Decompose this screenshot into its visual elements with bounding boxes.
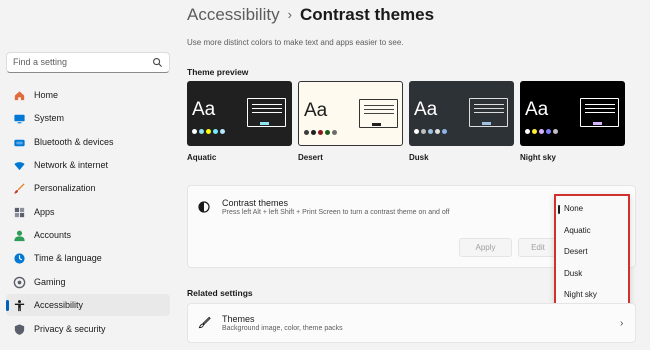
- sidebar-item-label: Personalization: [34, 183, 96, 193]
- brush-icon: [198, 316, 211, 329]
- sidebar-item-bluetooth[interactable]: Bluetooth & devices: [6, 131, 170, 153]
- theme-color-dots: [192, 129, 225, 134]
- shield-icon: [12, 322, 26, 336]
- sidebar-item-network[interactable]: Network & internet: [6, 154, 170, 176]
- theme-sample-text: Aa: [414, 99, 438, 120]
- theme-window-preview: [469, 98, 508, 127]
- theme-card-night-sky: Aa: [520, 81, 625, 146]
- contrast-themes-description: Press left Alt + left Shift + Print Scre…: [222, 209, 450, 216]
- theme-name-night-sky: Night sky: [520, 153, 557, 162]
- dropdown-option-none[interactable]: None: [557, 204, 583, 214]
- home-icon: [12, 88, 26, 102]
- page-title: Contrast themes: [299, 5, 435, 24]
- accessibility-icon: [12, 298, 26, 312]
- theme-card-aquatic: Aa: [187, 81, 292, 146]
- search-placeholder: Find a setting: [13, 57, 68, 67]
- wifi-icon: [12, 158, 26, 172]
- sidebar: Find a setting Home System Bluetooth & d…: [0, 0, 176, 350]
- theme-card-dusk: Aa: [409, 81, 514, 146]
- page-subtitle: Use more distinct colors to make text an…: [187, 38, 404, 47]
- sidebar-item-label: Accounts: [34, 230, 72, 240]
- sidebar-item-gaming[interactable]: Gaming: [6, 271, 170, 293]
- sidebar-item-home[interactable]: Home: [6, 84, 170, 106]
- apply-button[interactable]: Apply: [459, 238, 512, 257]
- sidebar-item-label: Bluetooth & devices: [34, 137, 114, 147]
- globe-clock-icon: [12, 251, 26, 265]
- theme-sample-text: Aa: [525, 99, 549, 120]
- chevron-right-icon: ›: [620, 318, 624, 329]
- theme-color-dots: [304, 130, 337, 135]
- sidebar-item-label: Gaming: [34, 277, 66, 287]
- sidebar-item-label: Apps: [34, 207, 55, 217]
- theme-card-desert: Aa: [298, 81, 403, 146]
- sidebar-item-personalization[interactable]: Personalization: [6, 177, 170, 199]
- theme-preview-label: Theme preview: [187, 67, 249, 77]
- sidebar-item-label: Privacy & security: [34, 324, 106, 334]
- theme-window-preview: [580, 98, 619, 127]
- sidebar-item-privacy[interactable]: Privacy & security: [6, 318, 170, 340]
- theme-window-preview: [359, 99, 398, 128]
- dropdown-option-night-sky[interactable]: Night sky: [564, 290, 597, 299]
- sidebar-item-system[interactable]: System: [6, 107, 170, 129]
- sidebar-item-label: Network & internet: [34, 160, 109, 170]
- sidebar-item-label: Home: [34, 90, 59, 100]
- sidebar-item-time-language[interactable]: Time & language: [6, 247, 170, 269]
- breadcrumb: Accessibility › Contrast themes: [187, 5, 434, 25]
- theme-sample-text: Aa: [192, 99, 216, 120]
- theme-name-aquatic: Aquatic: [187, 153, 217, 162]
- brush-icon: [12, 181, 26, 195]
- monitor-icon: [12, 111, 26, 125]
- gamepad-icon: [12, 275, 26, 289]
- dropdown-option-aquatic[interactable]: Aquatic: [564, 226, 591, 235]
- theme-window-preview: [247, 98, 286, 127]
- breadcrumb-separator: ›: [287, 7, 292, 22]
- apps-icon: [12, 205, 26, 219]
- dropdown-option-desert[interactable]: Desert: [564, 247, 588, 256]
- sidebar-item-apps[interactable]: Apps: [6, 201, 170, 223]
- theme-color-dots: [414, 129, 447, 134]
- themes-description: Background image, color, theme packs: [222, 325, 343, 332]
- sidebar-item-label: Accessibility: [34, 300, 84, 310]
- bluetooth-icon: [12, 135, 26, 149]
- theme-name-dusk: Dusk: [409, 153, 429, 162]
- sidebar-item-label: Time & language: [34, 253, 102, 263]
- theme-color-dots: [525, 129, 558, 134]
- theme-sample-text: Aa: [304, 100, 328, 121]
- contrast-themes-title: Contrast themes: [222, 198, 289, 208]
- sidebar-item-accounts[interactable]: Accounts: [6, 224, 170, 246]
- sidebar-item-label: System: [34, 113, 65, 123]
- breadcrumb-parent[interactable]: Accessibility: [187, 5, 280, 24]
- theme-name-desert: Desert: [298, 153, 323, 162]
- person-icon: [12, 228, 26, 242]
- contrast-icon: [198, 201, 210, 213]
- sidebar-item-accessibility[interactable]: Accessibility: [6, 294, 170, 316]
- related-settings-label: Related settings: [187, 288, 253, 298]
- search-icon: [153, 58, 163, 68]
- search-input[interactable]: Find a setting: [6, 52, 170, 73]
- edit-button[interactable]: Edit: [518, 238, 558, 257]
- dropdown-option-dusk[interactable]: Dusk: [564, 269, 582, 278]
- contrast-theme-dropdown[interactable]: None Aquatic Desert Dusk Night sky: [554, 194, 630, 310]
- themes-title: Themes: [222, 314, 255, 324]
